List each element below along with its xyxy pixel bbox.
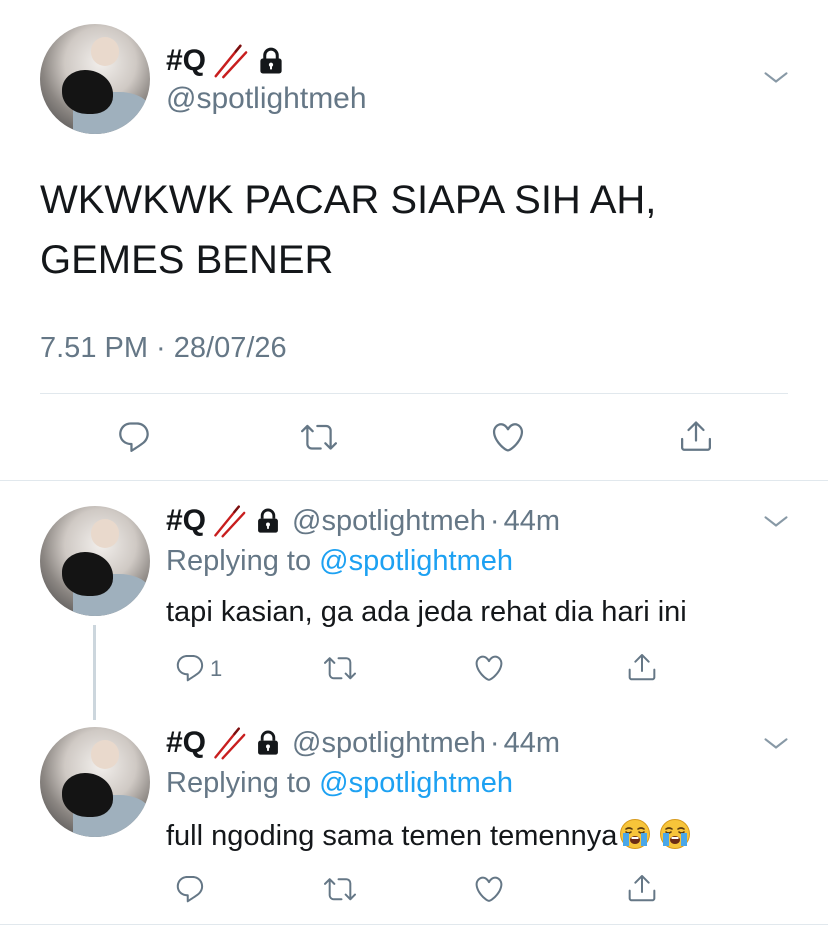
share-icon[interactable] (626, 872, 658, 904)
replying-to: Replying to @spotlightmeh (166, 545, 513, 578)
chopsticks-emoji-icon (210, 503, 246, 539)
section-separator (0, 480, 828, 481)
like-icon[interactable] (490, 419, 526, 455)
main-name-row: #Q (166, 42, 286, 80)
section-separator (0, 924, 828, 925)
display-name[interactable]: #Q (166, 44, 206, 78)
tweet-timestamp[interactable]: 7.51 PM · 28/07/26 (40, 332, 287, 365)
share-icon[interactable] (626, 651, 658, 683)
reply-2-header: #Q @spotlightmeh · 44m (166, 725, 560, 761)
display-name[interactable]: #Q (166, 726, 206, 760)
tweet-text: WKWKWK PACAR SIAPA SIH AH, GEMES BENER (40, 170, 800, 290)
chopsticks-emoji-icon (210, 725, 246, 761)
replying-to-mention[interactable]: @spotlightmeh (319, 767, 513, 799)
tweet-text-line-2: GEMES BENER (40, 238, 334, 282)
like-icon[interactable] (473, 652, 505, 684)
replying-to-label: Replying to (166, 545, 320, 577)
divider (40, 393, 788, 394)
lock-icon (254, 507, 282, 535)
relative-time[interactable]: 44m (504, 727, 560, 760)
avatar-dog (62, 70, 113, 115)
handle[interactable]: @spotlightmeh (292, 505, 486, 538)
like-icon[interactable] (473, 873, 505, 905)
chopsticks-emoji-icon (210, 42, 248, 80)
replying-to-label: Replying to (166, 767, 320, 799)
chevron-down-icon[interactable] (762, 730, 790, 758)
avatar-face (90, 37, 120, 66)
chevron-down-icon[interactable] (762, 508, 790, 536)
reply-count: 1 (210, 656, 223, 681)
avatar-dog (62, 773, 113, 818)
reply-icon[interactable] (116, 419, 152, 455)
reply-icon[interactable] (174, 652, 206, 684)
handle[interactable]: @spotlightmeh (292, 727, 486, 760)
relative-time[interactable]: 44m (504, 505, 560, 538)
thread-connector-line (93, 625, 96, 720)
separator-dot: · (489, 726, 500, 759)
replying-to-mention[interactable]: @spotlightmeh (319, 545, 513, 577)
tweet-text-line-1: WKWKWK PACAR SIAPA SIH AH, (40, 178, 657, 222)
avatar[interactable] (40, 727, 150, 837)
display-name[interactable]: #Q (166, 504, 206, 538)
loudly-crying-face-icon (659, 818, 691, 850)
retweet-icon[interactable] (301, 419, 337, 455)
avatar-dog (62, 552, 113, 597)
tweet-text: tapi kasian, ga ada jeda rehat dia hari … (166, 596, 687, 628)
share-icon[interactable] (678, 418, 714, 454)
loudly-crying-face-icon (619, 818, 651, 850)
lock-icon (256, 46, 286, 76)
retweet-icon[interactable] (324, 652, 356, 684)
tweet-text: full ngoding sama temen temennya (166, 818, 691, 853)
replying-to: Replying to @spotlightmeh (166, 767, 513, 800)
tweet-text-content: full ngoding sama temen temennya (166, 820, 618, 852)
avatar[interactable] (40, 24, 150, 134)
avatar[interactable] (40, 506, 150, 616)
retweet-icon[interactable] (324, 873, 356, 905)
avatar-face (90, 519, 120, 548)
reply-1-header: #Q @spotlightmeh · 44m (166, 503, 560, 539)
chevron-down-icon[interactable] (762, 64, 790, 92)
handle[interactable]: @spotlightmeh (166, 82, 367, 116)
separator-dot: · (489, 504, 500, 537)
reply-icon[interactable] (174, 873, 206, 905)
avatar-face (90, 740, 120, 769)
lock-icon (254, 729, 282, 757)
